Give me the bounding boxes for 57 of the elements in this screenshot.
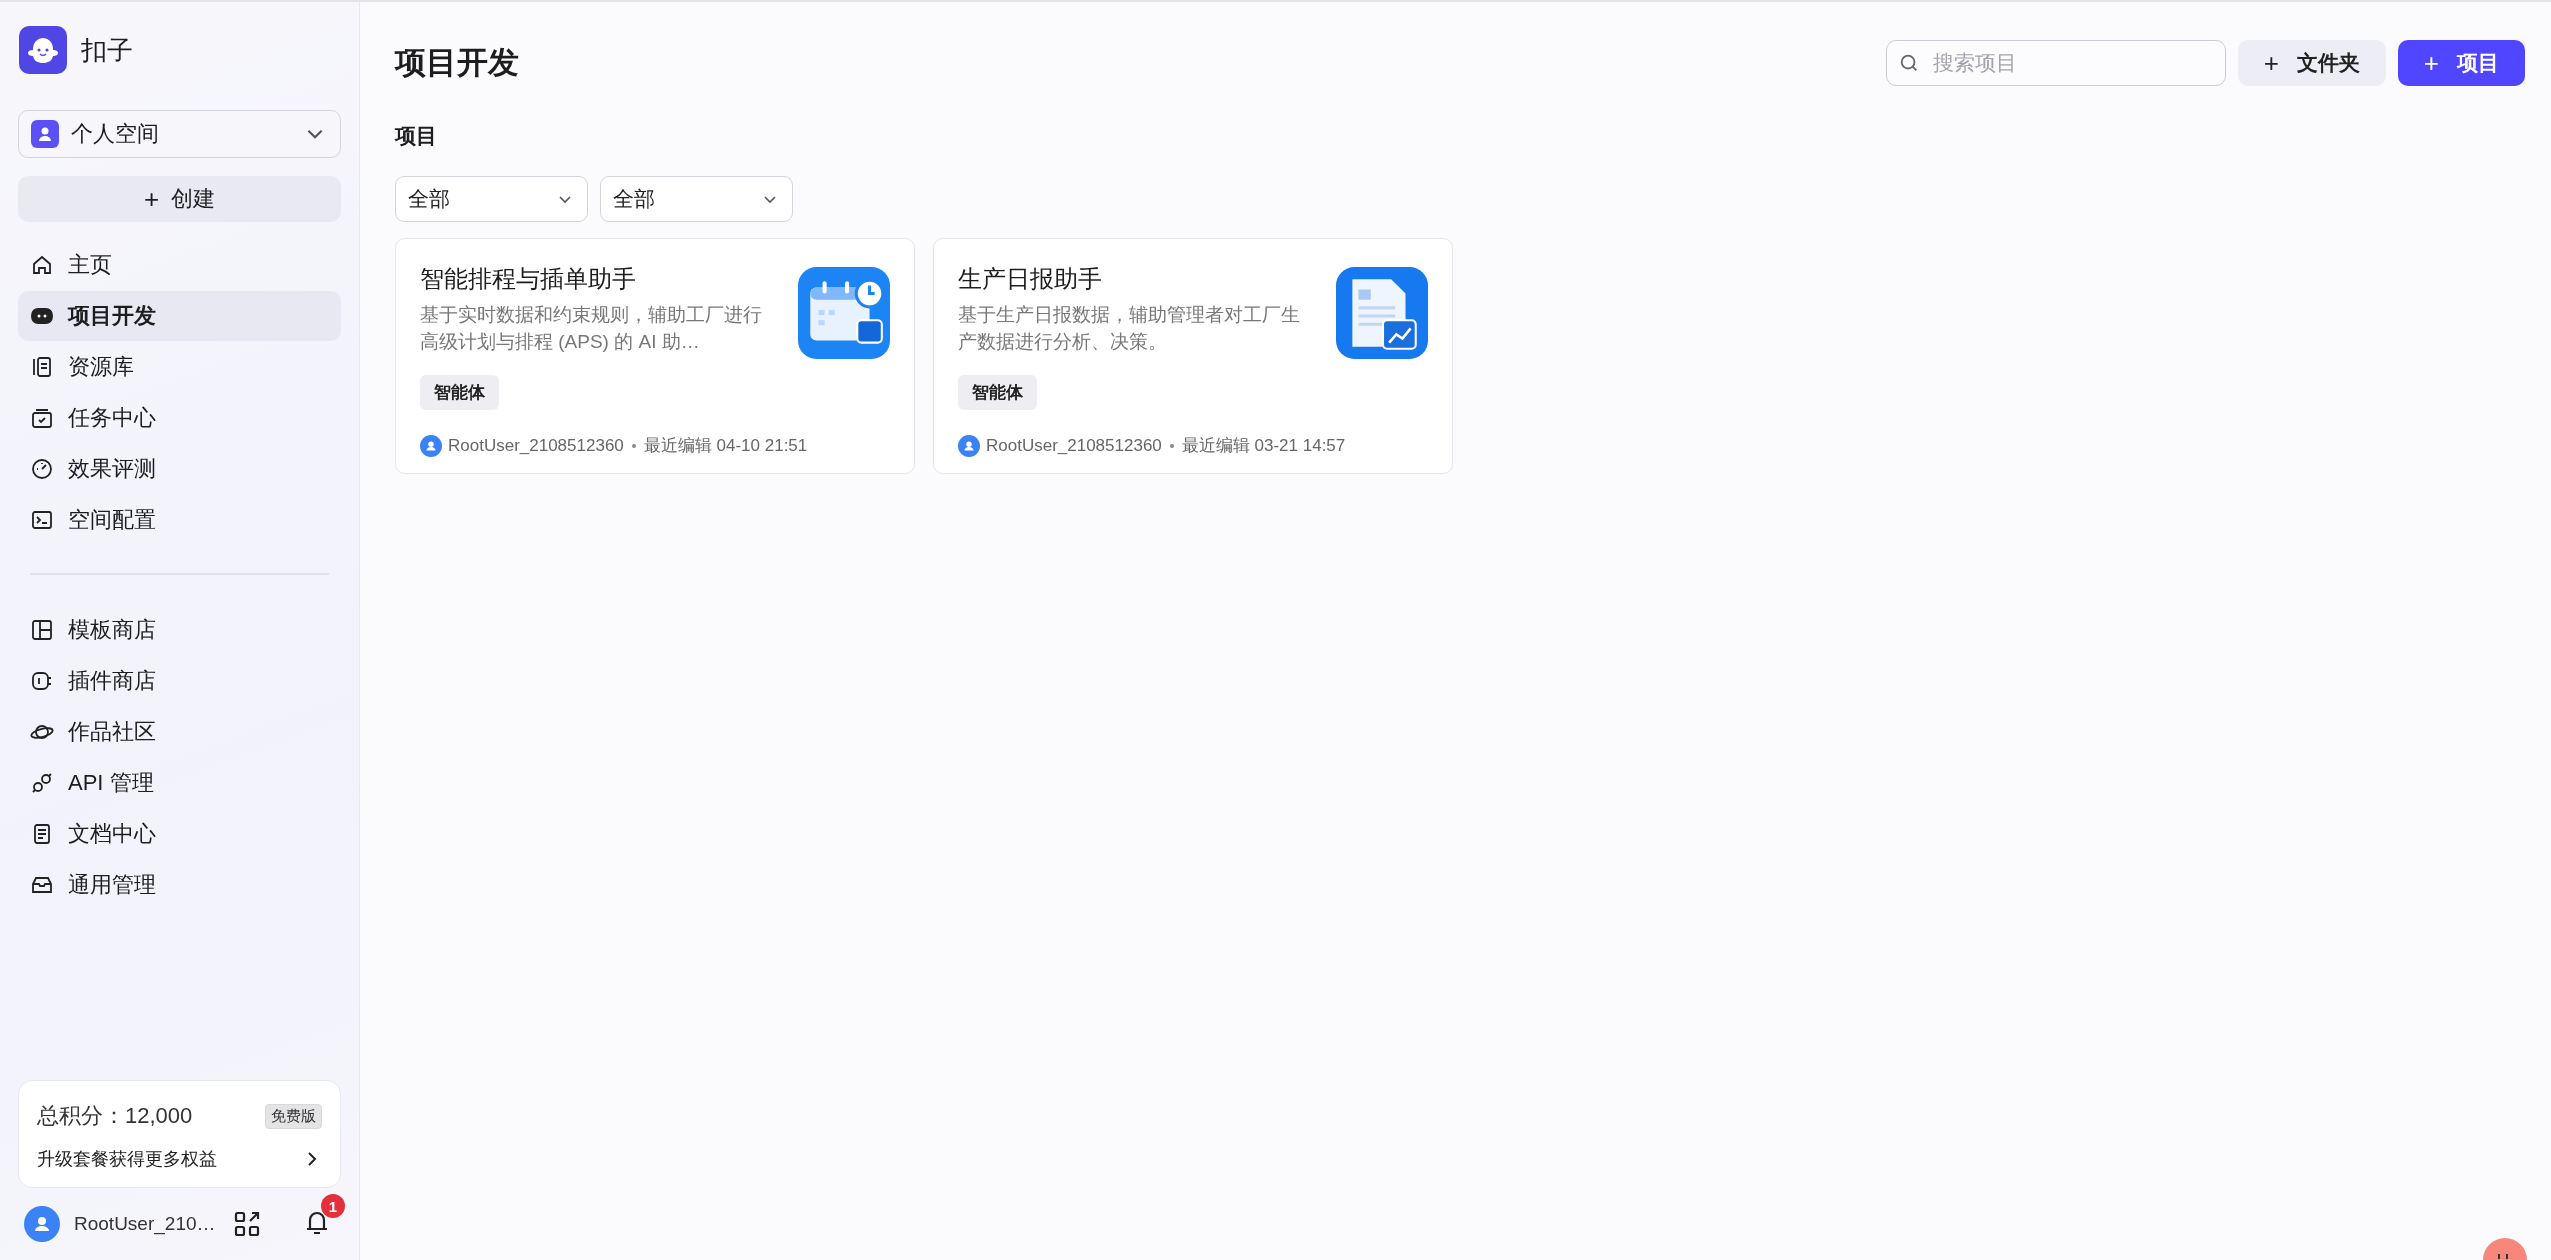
user-name[interactable]: RootUser_210…: [74, 1213, 233, 1235]
project-description: 基于生产日报数据，辅助管理者对工厂生产数据进行分析、决策。: [958, 303, 1301, 354]
points-total: 总积分：12,000: [37, 1102, 193, 1130]
new-folder-button[interactable]: + 文件夹: [2237, 40, 2386, 86]
plug-icon: [30, 669, 54, 693]
project-card[interactable]: 生产日报助手 基于生产日报数据，辅助管理者对工厂生产数据进行分析、决策。 智能体 RootUser_2108512360 最近编辑 03-21 14:57: [933, 238, 1453, 474]
avatar-icon: [958, 434, 980, 457]
filter-dropdown[interactable]: 全部: [395, 176, 588, 222]
nav-item[interactable]: 模板商店: [18, 605, 341, 655]
avatar-icon[interactable]: [24, 1206, 60, 1242]
home-icon: [30, 253, 54, 277]
calendar-clock-icon: [798, 267, 890, 359]
document-chart-icon: [1336, 267, 1428, 359]
filter-dropdown[interactable]: 全部: [600, 176, 793, 222]
ghost-logo-icon: [19, 26, 67, 74]
nav-item[interactable]: 项目开发: [18, 291, 341, 341]
nav-item[interactable]: 文档中心: [18, 809, 341, 859]
avatar-icon: [420, 434, 442, 457]
workspace-selector[interactable]: 个人空间: [18, 110, 341, 158]
project-card[interactable]: 智能排程与插单助手 基于实时数据和约束规则，辅助工厂进行高级计划与排程 (APS) 的 AI 助… 智能体 RootUser_2108512360 最近编辑 04-10 21:51: [395, 238, 915, 474]
nav-item[interactable]: 主页: [18, 240, 341, 290]
project-title: 生产日报助手: [958, 264, 1103, 294]
upgrade-text: 升级套餐获得更多权益: [37, 1148, 217, 1171]
nav-item[interactable]: 任务中心: [18, 393, 341, 443]
section-heading: 项目: [395, 123, 438, 149]
project-title: 智能排程与插单助手: [420, 264, 637, 294]
layout-icon: [30, 618, 54, 642]
app-name: 扣子: [81, 33, 133, 67]
nav-item[interactable]: 资源库: [18, 342, 341, 392]
separator-dot: [1169, 443, 1174, 448]
project-description: 基于实时数据和约束规则，辅助工厂进行高级计划与排程 (APS) 的 AI 助…: [420, 303, 763, 354]
search-field[interactable]: 搜索项目: [1885, 40, 2226, 86]
nav-item[interactable]: 插件商店: [18, 656, 341, 706]
owner-name: RootUser_2108512360: [448, 435, 624, 456]
new-project-button[interactable]: + 项目: [2397, 40, 2525, 86]
type-tag: 智能体: [958, 375, 1037, 410]
nav-item[interactable]: API 管理: [18, 758, 341, 808]
separator-dot: [631, 443, 636, 448]
page-title: 项目开发: [395, 44, 519, 82]
plan-badge: 免费版: [265, 1103, 322, 1129]
edited-time: 最近编辑 03-21 14:57: [1181, 435, 1346, 457]
create-button[interactable]: + 创建: [18, 176, 341, 222]
task-icon: [30, 406, 54, 430]
gauge-icon: [30, 457, 54, 481]
person-icon: [31, 120, 59, 148]
nav-item[interactable]: 作品社区: [18, 707, 341, 757]
type-tag: 智能体: [420, 375, 499, 410]
edited-time: 最近编辑 04-10 21:51: [643, 435, 808, 457]
notification-count: 1: [321, 1194, 345, 1218]
apps-icon[interactable]: [233, 1210, 261, 1238]
terminal-icon: [30, 508, 54, 532]
nav-item[interactable]: 空间配置: [18, 495, 341, 545]
nav-item[interactable]: 通用管理: [18, 860, 341, 910]
link-icon: [30, 771, 54, 795]
owner-name: RootUser_2108512360: [986, 435, 1162, 456]
nav-item[interactable]: 效果评测: [18, 444, 341, 494]
book-icon: [30, 355, 54, 379]
